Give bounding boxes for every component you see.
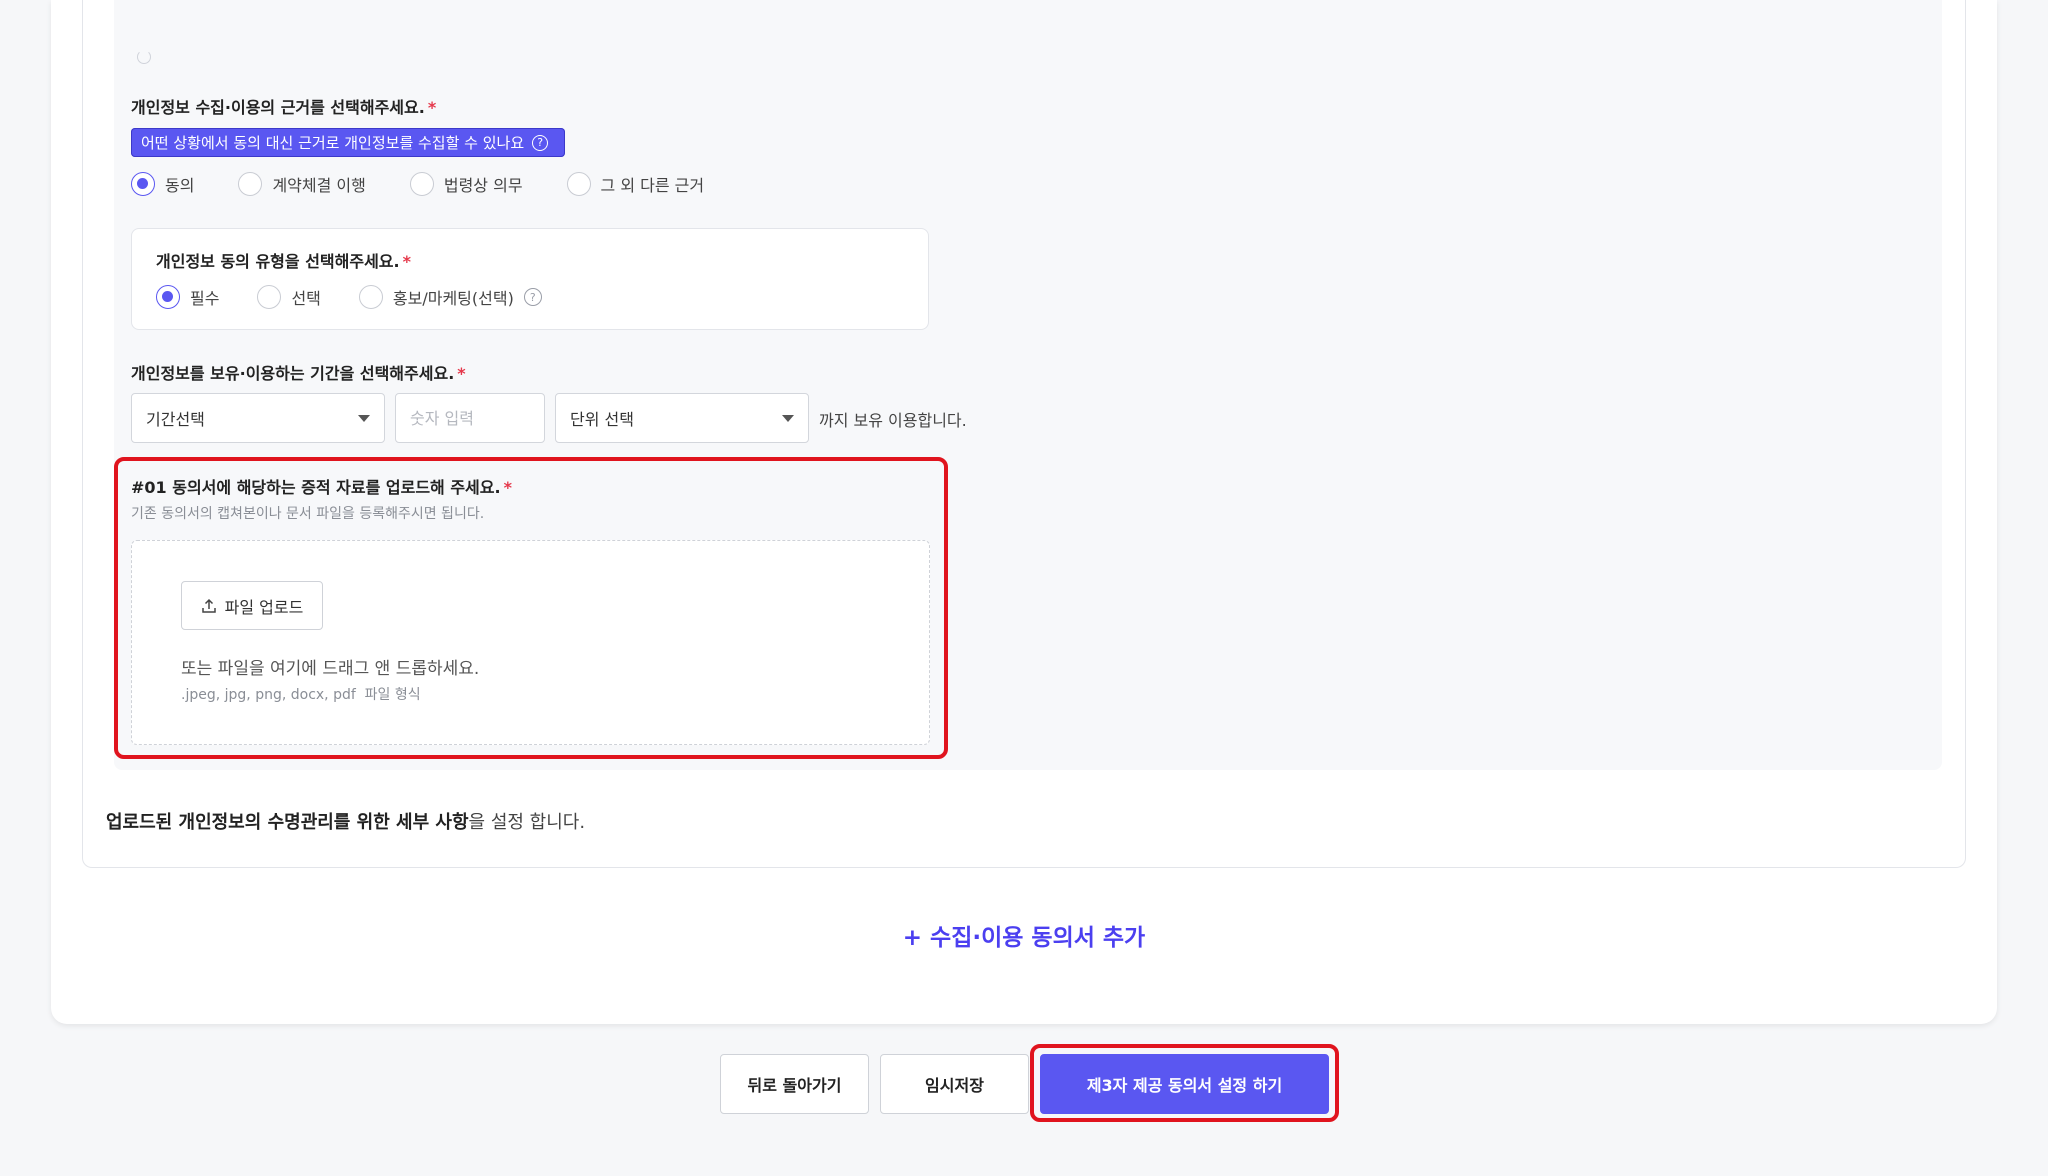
upload-sublabel: 기존 동의서의 캡쳐본이나 문서 파일을 등록해주시면 됩니다. xyxy=(131,506,485,522)
file-dropzone[interactable] xyxy=(131,540,930,745)
radio-button[interactable] xyxy=(156,285,180,309)
required-mark: * xyxy=(457,364,466,383)
radio-button[interactable] xyxy=(409,172,434,196)
required-mark: * xyxy=(427,98,437,117)
basis-radio-group: 동의 계약체결 이행 법령상 의무 그 외 다른 근거 xyxy=(131,172,744,196)
upload-label: #01 동의서에 해당하는 증적 자료를 업로드해 주세요. * xyxy=(131,474,512,498)
required-mark: * xyxy=(503,478,512,497)
help-icon[interactable]: ? xyxy=(523,288,542,306)
chevron-down-icon xyxy=(782,414,794,422)
retention-label-text: 개인정보를 보유·이용하는 기간을 선택해주세요. xyxy=(131,364,455,383)
radio-basis-consent[interactable]: 동의 xyxy=(131,172,194,196)
upload-button-label: 파일 업로드 xyxy=(224,597,304,617)
unit-select[interactable]: 단위 선택 xyxy=(555,393,809,443)
lifecycle-rest: 을 설정 합니다. xyxy=(468,812,586,833)
radio-button[interactable] xyxy=(566,172,591,196)
radio-basis-other[interactable]: 그 외 다른 근거 xyxy=(566,172,705,196)
radio-button[interactable] xyxy=(238,172,263,196)
radio-marketing[interactable]: 홍보/마케팅(선택) xyxy=(358,285,514,309)
lifecycle-text: 업로드된 개인정보의 수명관리를 위한 세부 사항을 설정 합니다. xyxy=(106,808,585,834)
basis-help-text: 어떤 상황에서 동의 대신 근거로 개인정보를 수집할 수 있나요 xyxy=(141,134,525,152)
radio-label: 필수 xyxy=(190,289,220,308)
drag-drop-text: 또는 파일을 여기에 드래그 앤 드롭하세요. xyxy=(181,659,480,679)
upload-label-text: #01 동의서에 해당하는 증적 자료를 업로드해 주세요. xyxy=(131,478,501,497)
file-upload-button[interactable]: 파일 업로드 xyxy=(181,581,323,630)
radio-label: 동의 xyxy=(165,176,195,195)
next-step-button[interactable]: 제3자 제공 동의서 설정 하기 xyxy=(1040,1054,1329,1114)
file-format-text: .jpeg, jpg, png, docx, pdf 파일 형식 xyxy=(181,687,421,703)
radio-button[interactable] xyxy=(131,172,155,196)
basis-label: 개인정보 수집·이용의 근거를 선택해주세요. * xyxy=(131,94,436,118)
help-icon: ? xyxy=(532,134,549,151)
basis-label-text: 개인정보 수집·이용의 근거를 선택해주세요. xyxy=(131,98,425,117)
consent-type-label-text: 개인정보 동의 유형을 선택해주세요. xyxy=(156,252,400,271)
radio-label: 홍보/마케팅(선택) xyxy=(392,289,514,308)
retention-suffix: 까지 보유 이용합니다. xyxy=(819,411,967,430)
consent-type-label: 개인정보 동의 유형을 선택해주세요. * xyxy=(156,248,411,272)
upload-icon xyxy=(201,598,217,614)
required-mark: * xyxy=(402,252,411,271)
consent-type-radio-group: 필수 선택 홍보/마케팅(선택) ? xyxy=(156,285,542,309)
radio-label: 선택 xyxy=(291,289,321,308)
retention-label: 개인정보를 보유·이용하는 기간을 선택해주세요. * xyxy=(131,360,466,384)
radio-button[interactable] xyxy=(257,285,282,309)
radio-label: 법령상 의무 xyxy=(443,176,523,195)
radio-label: 계약체결 이행 xyxy=(272,176,366,195)
chevron-down-icon xyxy=(358,414,370,422)
period-select-value: 기간선택 xyxy=(146,410,205,429)
lifecycle-bold: 업로드된 개인정보의 수명관리를 위한 세부 사항 xyxy=(106,812,469,833)
radio-optional[interactable]: 선택 xyxy=(257,285,321,309)
add-consent-link[interactable]: + 수집·이용 동의서 추가 xyxy=(0,918,2048,952)
radio-basis-contract[interactable]: 계약체결 이행 xyxy=(238,172,366,196)
back-button[interactable]: 뒤로 돌아가기 xyxy=(720,1054,869,1114)
unit-select-value: 단위 선택 xyxy=(570,410,634,429)
radio-button[interactable] xyxy=(358,285,383,309)
scrolled-radio-remnant xyxy=(137,50,151,64)
period-select[interactable]: 기간선택 xyxy=(131,393,385,443)
radio-basis-legal[interactable]: 법령상 의무 xyxy=(409,172,523,196)
consent-type-box xyxy=(131,228,929,330)
radio-label: 그 외 다른 근거 xyxy=(600,176,705,195)
radio-required[interactable]: 필수 xyxy=(156,285,219,309)
save-draft-button[interactable]: 임시저장 xyxy=(880,1054,1029,1114)
basis-help-chip[interactable]: 어떤 상황에서 동의 대신 근거로 개인정보를 수집할 수 있나요 ? xyxy=(131,128,565,157)
number-input[interactable] xyxy=(395,393,545,443)
